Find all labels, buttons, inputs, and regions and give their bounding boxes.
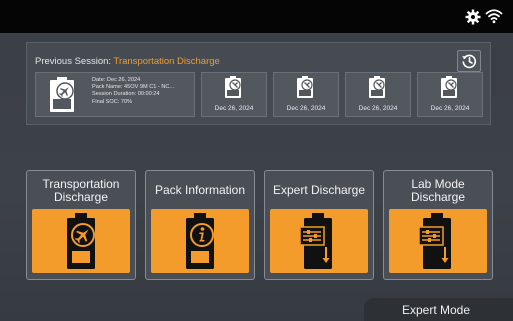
- expert-mode-label: Expert Mode: [402, 303, 471, 317]
- session-card[interactable]: Dec 26, 2024: [345, 72, 411, 117]
- session-pack-name: Pack Name: 45OV 9M C1 - NC...: [92, 84, 175, 91]
- session-duration: Session Duration: 00:00:24: [92, 91, 160, 98]
- expert-mode-button[interactable]: Expert Mode: [364, 298, 513, 321]
- battery-airplane-icon: [441, 76, 457, 98]
- session-card-date: Dec 26, 2024: [358, 105, 398, 112]
- battery-airplane-icon: [225, 76, 241, 98]
- expert-discharge-icon-area: [270, 209, 368, 273]
- battery-lab-discharge-icon: [419, 213, 451, 269]
- status-bar: [0, 0, 513, 33]
- session-card-latest[interactable]: Date: Dec 26, 2024 Pack Name: 45OV 9M C1…: [35, 72, 195, 117]
- previous-session-panel: Previous Session: Transportation Dischar…: [26, 42, 491, 125]
- session-card-date: Dec 26, 2024: [214, 105, 254, 112]
- lab-mode-discharge-icon-area: [389, 209, 487, 273]
- session-card[interactable]: Dec 26, 2024: [273, 72, 339, 117]
- gear-icon[interactable]: [465, 9, 481, 25]
- pack-information-label: Pack Information: [154, 183, 246, 197]
- session-details: Date: Dec 26, 2024 Pack Name: 45OV 9M C1…: [92, 77, 174, 106]
- history-icon: [462, 54, 477, 69]
- transportation-discharge-tile[interactable]: Transportation Discharge: [26, 170, 136, 280]
- session-card[interactable]: Dec 26, 2024: [201, 72, 267, 117]
- expert-discharge-tile[interactable]: Expert Discharge: [264, 170, 374, 280]
- previous-session-name[interactable]: Transportation Discharge: [114, 56, 220, 67]
- pack-information-icon-area: [151, 209, 249, 273]
- transportation-discharge-icon-area: [32, 209, 130, 273]
- lab-mode-discharge-tile[interactable]: Lab Mode Discharge: [383, 170, 493, 280]
- battery-airplane-icon: [50, 77, 74, 112]
- wifi-icon[interactable]: [485, 8, 503, 24]
- battery-settings-discharge-icon: [300, 213, 332, 269]
- battery-info-icon: [186, 213, 214, 269]
- session-final-soc: Final SOC: 70%: [92, 98, 133, 105]
- battery-airplane-icon: [369, 76, 385, 98]
- battery-airplane-icon: [67, 213, 95, 269]
- session-date: Date: Dec 26, 2024: [92, 77, 141, 83]
- transportation-discharge-label: Transportation Discharge: [42, 177, 120, 204]
- history-button[interactable]: [457, 50, 481, 72]
- session-card[interactable]: Dec 26, 2024: [417, 72, 483, 117]
- pack-information-tile[interactable]: Pack Information: [145, 170, 255, 280]
- session-card-date: Dec 26, 2024: [286, 105, 326, 112]
- previous-session-prefix: Previous Session:: [35, 56, 114, 67]
- battery-airplane-icon: [297, 76, 313, 98]
- previous-session-title: Previous Session: Transportation Dischar…: [35, 56, 220, 67]
- session-card-date: Dec 26, 2024: [430, 105, 470, 112]
- expert-discharge-label: Expert Discharge: [272, 183, 366, 197]
- app-screen: Previous Session: Transportation Dischar…: [0, 0, 513, 321]
- lab-mode-discharge-label: Lab Mode Discharge: [410, 177, 466, 204]
